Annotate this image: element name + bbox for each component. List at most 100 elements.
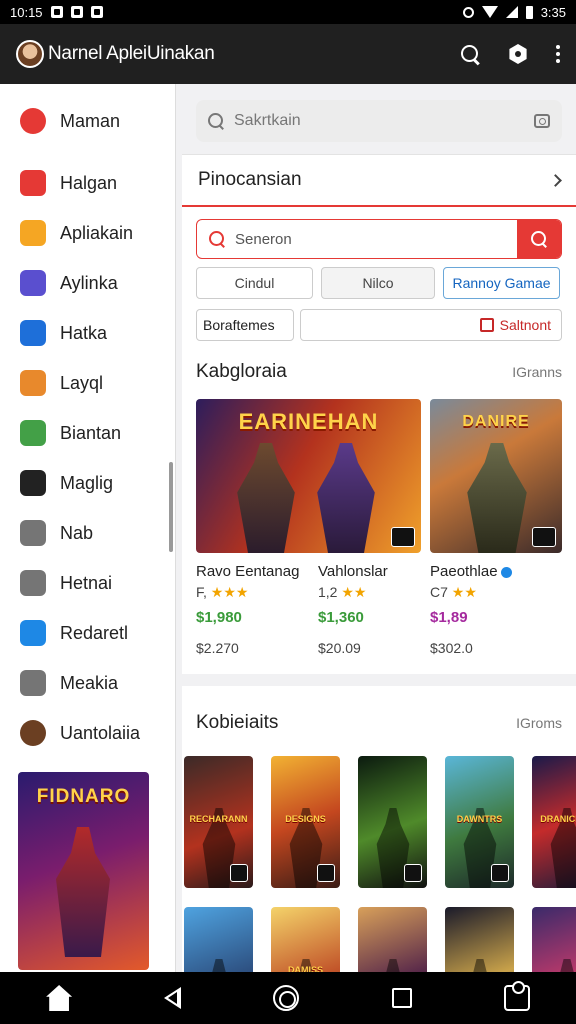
sidebar-item-label: Halgan [60, 172, 118, 193]
search-button[interactable] [517, 220, 561, 258]
camera-icon[interactable] [534, 114, 550, 128]
sidebar-item[interactable]: Halgan [0, 158, 175, 208]
game-rating: 1,2 ★★ [318, 584, 418, 601]
chip-left[interactable]: Boraftemes [196, 309, 294, 341]
search-input[interactable]: Sakrtkain [196, 100, 562, 142]
game-hero [467, 443, 527, 553]
sidebar-item-label: Maglig [60, 472, 114, 493]
game-art-title: DANIRE [462, 413, 530, 430]
game-tile[interactable]: DAWNTRS [445, 756, 514, 888]
sidebar-item[interactable]: Maglig [0, 458, 175, 508]
search-placeholder: Sakrtkain [234, 112, 301, 129]
back-icon[interactable] [164, 987, 182, 1009]
game-price: $1,980 [196, 609, 242, 626]
game-name: Ravo Eentanag [196, 563, 300, 580]
clock: 10:15 [10, 4, 43, 20]
app-bar: Narnel ApleiUinakan [0, 24, 576, 84]
tile-title: RECHARANN [189, 814, 248, 824]
chip-right-label: Saltnont [499, 317, 551, 333]
chip-filter[interactable]: Cindul [196, 267, 313, 299]
tile-title: DAWNTRS [456, 814, 503, 824]
game-hero [237, 443, 295, 553]
game-price: $1,360 [318, 609, 364, 626]
badge-icon [532, 527, 556, 547]
sidebar-item[interactable]: Apliakain [0, 208, 175, 258]
alarm-icon [462, 6, 474, 18]
rating-prefix: 1,2 [318, 584, 338, 600]
search-icon[interactable] [460, 44, 480, 64]
sidebar-item[interactable]: Hatka [0, 308, 175, 358]
search2-placeholder: Seneron [235, 230, 292, 248]
game-card[interactable]: EARINEHAN Ravo Eentanag F, ★★★ $1,980 $2… [196, 399, 421, 656]
triangle-icon [20, 620, 46, 646]
subsection-header: Kabgloraia IGranns [196, 361, 562, 383]
navigation-bar [0, 972, 576, 1024]
chip-filter-active[interactable]: Rannoy Gamae [443, 267, 560, 299]
chevron-right-icon[interactable] [549, 173, 562, 187]
see-more-link[interactable]: IGroms [516, 715, 562, 731]
game-tile[interactable]: DRANICELS [532, 756, 576, 888]
sidebar-item-label: Maman [60, 110, 121, 131]
chart-icon [20, 570, 46, 596]
game-tile[interactable]: RECHARANN [184, 756, 253, 888]
square-icon [20, 370, 46, 396]
avatar[interactable] [16, 40, 44, 68]
signal-icon [505, 6, 518, 18]
pencil-icon [20, 520, 46, 546]
game-rating: F, ★★★ [196, 584, 308, 601]
sidebar-item-label: Uantolaiia [60, 722, 141, 743]
more-icon[interactable] [556, 45, 560, 63]
search-icon [531, 231, 547, 247]
sidebar-item[interactable]: Maman [0, 84, 175, 158]
rating-prefix: C7 [430, 584, 448, 600]
game-image[interactable]: DANIRE [430, 399, 562, 553]
sidebar-item-label: Nab [60, 522, 94, 543]
notification-icon [70, 6, 83, 18]
secondary-search-input[interactable]: Seneron [196, 219, 562, 259]
see-more-link[interactable]: IGranns [512, 364, 562, 380]
home-circle-icon[interactable] [273, 985, 300, 1011]
sidebar-item-label: Layql [60, 372, 104, 393]
sidebar-item-label: Apliakain [60, 222, 134, 243]
home-icon[interactable] [46, 985, 73, 1011]
sidebar-item[interactable]: Aylinka [0, 258, 175, 308]
game-old-price: $302.0 [430, 640, 473, 656]
sidebar: Maman Halgan Apliakain Aylinka Hatka Layql Bia… [0, 84, 176, 972]
rating-stars: ★★ [341, 584, 367, 600]
game-name: Paeothlae [430, 563, 562, 580]
pin-icon [20, 470, 46, 496]
chip-filter[interactable]: Nilco [321, 267, 435, 299]
settings-icon[interactable] [509, 44, 527, 64]
ring-icon [20, 320, 46, 346]
recents-icon[interactable] [391, 988, 412, 1008]
sidebar-item[interactable]: Layql [0, 358, 175, 408]
profile-icon[interactable] [503, 981, 530, 1011]
game-tile[interactable]: DESIGNS [271, 756, 340, 888]
sidebar-item[interactable]: Biantan [0, 408, 175, 458]
sidebar-item[interactable]: Meakia [0, 658, 175, 708]
notification-icon [50, 6, 63, 18]
wifi-icon [481, 6, 498, 18]
leaf-icon [20, 420, 46, 446]
flag-icon [479, 318, 494, 332]
sidebar-item[interactable]: Redaretl [0, 608, 175, 658]
game-card[interactable]: Vahlonslar 1,2 ★★ $1,360 $20.09 [318, 399, 418, 656]
game-old-price: $20.09 [318, 640, 361, 656]
section-header[interactable]: Pinocansian [182, 155, 576, 207]
sidebar-item[interactable]: Uantolaiia [0, 708, 175, 758]
sidebar-item[interactable]: Hetnai [0, 558, 175, 608]
badge-icon [230, 864, 248, 882]
diamond-icon [20, 270, 46, 296]
sidebar-item-label: Aylinka [60, 272, 118, 293]
tile-title: DRANICELS [540, 814, 576, 824]
sidebar-poster[interactable]: FIDNARO [18, 772, 149, 970]
sidebar-item-label: Biantan [60, 422, 122, 443]
game-card[interactable]: DANIRE Paeothlae C7 ★★ $1,89 $302.0 [430, 399, 562, 656]
bag-icon [20, 220, 46, 246]
collection-card: Kobieiaits IGroms RECHARANN DESIGNS DAWNTR… [182, 686, 576, 1024]
poster-figure [56, 827, 110, 957]
sidebar-scrollbar[interactable] [169, 462, 173, 552]
sidebar-item[interactable]: Nab [0, 508, 175, 558]
game-tile[interactable] [358, 756, 427, 888]
chip-right[interactable]: Saltnont [300, 309, 562, 341]
